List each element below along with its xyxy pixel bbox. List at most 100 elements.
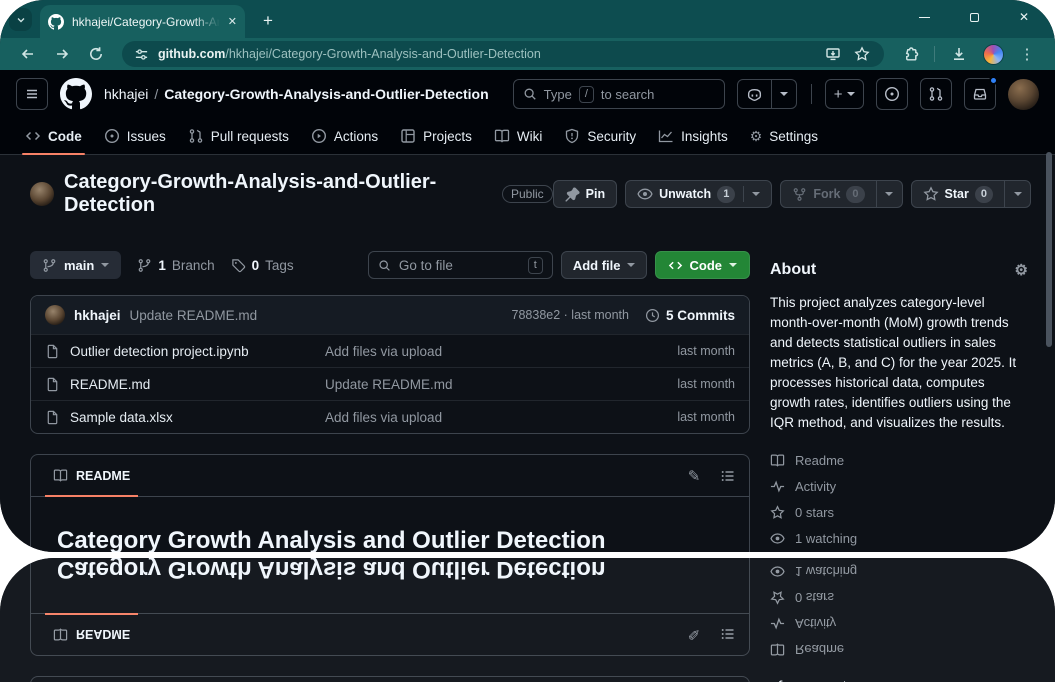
activity-link[interactable]: Activity (770, 479, 1028, 494)
new-tab-button[interactable]: + (256, 9, 280, 33)
breadcrumb-owner[interactable]: hkhajei (104, 86, 148, 102)
fork-button[interactable]: Fork 0 (780, 180, 876, 208)
bookmark-button[interactable] (852, 44, 872, 64)
restore-button[interactable] (959, 4, 989, 30)
install-app-button[interactable] (823, 44, 843, 64)
back-button[interactable] (14, 40, 42, 68)
browser-tab[interactable]: hkhajei/Category-Growth-Anal ✕ (40, 5, 245, 38)
browser-menu-button[interactable]: ⋮ (1013, 40, 1041, 68)
code-button[interactable]: Code (655, 251, 751, 279)
fork-dropdown[interactable] (877, 180, 903, 208)
tab-settings[interactable]: ⚙ Settings (739, 118, 829, 154)
reload-button[interactable] (82, 40, 110, 68)
create-new-button[interactable]: + (825, 79, 864, 109)
file-commit-message[interactable]: Add files via upload (325, 410, 677, 425)
readme-body: Category Growth Analysis and Outlier Det… (31, 497, 749, 552)
readme-title: Category Growth Analysis and Outlier Det… (57, 527, 723, 552)
watching-link[interactable]: 1 watching (770, 531, 1028, 546)
copilot-segment[interactable] (738, 80, 771, 108)
file-name[interactable]: README.md (70, 377, 325, 392)
tab-insights[interactable]: Insights (647, 118, 739, 154)
tab-wiki[interactable]: Wiki (483, 118, 554, 154)
graph-icon (658, 128, 674, 144)
profile-button[interactable] (979, 40, 1007, 68)
file-commit-message[interactable]: Update README.md (325, 377, 677, 392)
extensions-button[interactable] (896, 40, 924, 68)
commit-history-link[interactable]: 5 Commits (645, 308, 735, 323)
tab-code[interactable]: Code (14, 118, 93, 154)
browser-tab-strip: hkhajei/Category-Growth-Anal ✕ + ✕ (0, 0, 1055, 38)
search-icon (523, 87, 537, 101)
caret-down-icon[interactable] (752, 192, 760, 196)
edit-readme-button[interactable]: ✎ (679, 461, 709, 491)
tab-actions[interactable]: Actions (300, 118, 389, 154)
about-settings-gear-icon[interactable]: ⚙ (1015, 263, 1028, 278)
breadcrumb-repo[interactable]: Category-Growth-Analysis-and-Outlier-Det… (164, 86, 488, 102)
inbox-button[interactable] (964, 78, 996, 110)
branches-link[interactable]: 1Branch (137, 258, 214, 273)
commit-author[interactable]: hkhajei (74, 308, 121, 323)
file-commit-time: last month (677, 410, 735, 424)
tab-pull-requests[interactable]: Pull requests (177, 118, 300, 154)
pin-button[interactable]: Pin (553, 180, 617, 208)
page-scrollbar[interactable] (1046, 152, 1052, 347)
global-search-input[interactable]: Type / to search (513, 79, 725, 109)
copilot-dropdown[interactable] (771, 80, 796, 108)
table-row[interactable]: Outlier detection project.ipynb Add file… (31, 334, 749, 367)
shield-icon (564, 128, 580, 144)
go-to-file-input[interactable]: Go to file t (368, 251, 553, 279)
readme-link[interactable]: Readme (770, 453, 1028, 468)
list-icon (720, 468, 736, 484)
reload-icon (88, 46, 104, 62)
tab-readme[interactable]: README (45, 455, 138, 496)
reflection: hkhajei/Category-Growth-Anal ✕ + ✕ (0, 558, 1055, 682)
repo-owner-avatar[interactable] (30, 182, 54, 206)
toolbar-divider (934, 46, 935, 62)
pull-requests-dashboard-button[interactable] (920, 78, 952, 110)
user-avatar[interactable] (1008, 79, 1039, 110)
commit-author-avatar[interactable] (45, 305, 65, 325)
issues-dashboard-button[interactable] (876, 78, 908, 110)
unwatch-button[interactable]: Unwatch 1 (625, 180, 772, 208)
window-controls: ✕ (909, 4, 1039, 30)
issue-opened-icon (884, 86, 900, 102)
branch-selector[interactable]: main (30, 251, 121, 279)
readme-tools: ✎ (679, 461, 743, 491)
visibility-badge: Public (502, 185, 553, 203)
file-name[interactable]: Outlier detection project.ipynb (70, 344, 325, 359)
table-row[interactable]: Sample data.xlsx Add files via upload la… (31, 400, 749, 433)
file-commit-message[interactable]: Add files via upload (325, 344, 677, 359)
forward-button[interactable] (48, 40, 76, 68)
readme-tools: ✎ (679, 620, 743, 650)
pulse-icon (770, 616, 785, 631)
file-name[interactable]: Sample data.xlsx (70, 410, 325, 425)
address-bar[interactable]: github.com/hkhajei/Category-Growth-Analy… (122, 41, 884, 67)
watch-count: 1 (717, 186, 735, 203)
commit-message[interactable]: Update README.md (130, 308, 258, 323)
minimize-button[interactable] (909, 4, 939, 30)
close-window-button[interactable]: ✕ (1009, 4, 1039, 30)
star-dropdown[interactable] (1005, 180, 1031, 208)
repo-title[interactable]: Category-Growth-Analysis-and-Outlier-Det… (64, 171, 492, 217)
tab-search-button[interactable] (9, 8, 32, 31)
file-commit-time: last month (677, 377, 735, 391)
github-logo[interactable] (60, 78, 92, 110)
downloads-button[interactable] (945, 40, 973, 68)
copilot-button[interactable] (737, 79, 797, 109)
tab-security[interactable]: Security (553, 118, 647, 154)
tab-issues[interactable]: Issues (93, 118, 177, 154)
table-row[interactable]: README.md Update README.md last month (31, 367, 749, 400)
hamburger-menu-button[interactable] (16, 78, 48, 110)
stars-link[interactable]: 0 stars (770, 505, 1028, 520)
search-placeholder-pre: Type (544, 87, 572, 102)
fork-count: 0 (846, 186, 864, 203)
commit-sha-time[interactable]: 78838e2 · last month (512, 308, 629, 322)
add-file-button[interactable]: Add file (561, 251, 647, 279)
copilot-icon (746, 86, 763, 103)
outline-button[interactable] (713, 461, 743, 491)
star-button[interactable]: Star 0 (911, 180, 1005, 208)
tab-close-icon[interactable]: ✕ (228, 15, 237, 28)
caret-down-icon (729, 263, 737, 267)
tab-projects[interactable]: Projects (389, 118, 483, 154)
tags-link[interactable]: 0Tags (231, 258, 294, 273)
